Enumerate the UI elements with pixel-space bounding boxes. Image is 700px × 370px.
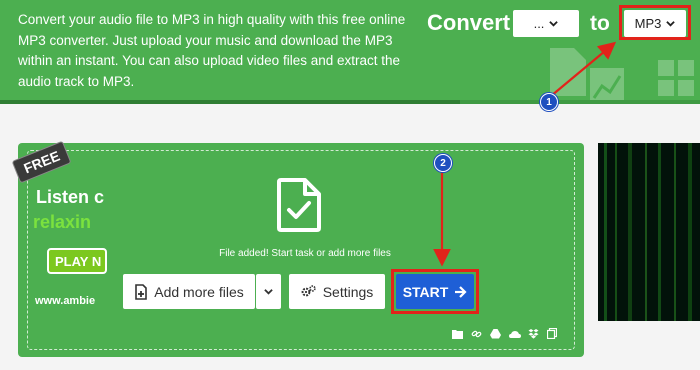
clipboard-icon[interactable] xyxy=(546,326,558,340)
source-format-select[interactable]: ... xyxy=(513,10,579,37)
ad-headline: Listen c xyxy=(36,187,105,207)
chevron-down-icon xyxy=(549,21,559,27)
decor-file-icon xyxy=(550,48,586,96)
add-more-files-button[interactable]: Add more files xyxy=(123,274,255,309)
upload-source-icons xyxy=(452,326,558,340)
advertisement-banner[interactable] xyxy=(598,143,700,321)
file-plus-icon xyxy=(135,283,148,300)
ad-play-button[interactable]: PLAY N xyxy=(47,248,107,274)
ad-url: www.ambie xyxy=(35,295,96,307)
folder-icon[interactable] xyxy=(452,326,463,339)
gears-icon xyxy=(301,285,316,297)
header-divider xyxy=(0,100,700,104)
file-check-icon xyxy=(277,178,321,232)
decor-chart-icon xyxy=(590,68,624,104)
link-icon[interactable] xyxy=(471,326,482,338)
ad-background-graphic xyxy=(598,143,700,321)
decor-grid-icon xyxy=(658,60,694,96)
google-drive-icon[interactable] xyxy=(490,326,501,339)
status-message: File added! Start task or add more files xyxy=(219,248,391,259)
settings-button[interactable]: Settings xyxy=(289,274,385,309)
convert-label: Convert xyxy=(427,10,511,35)
highlight-box-target-format xyxy=(619,5,691,40)
add-more-files-label: Add more files xyxy=(154,283,244,300)
chevron-down-icon xyxy=(264,289,273,295)
to-label: to xyxy=(590,12,610,35)
step-badge-1: 1 xyxy=(540,93,558,111)
onedrive-icon[interactable] xyxy=(509,326,521,338)
step-badge-2: 2 xyxy=(434,154,452,172)
header-banner: Convert your audio file to MP3 in high q… xyxy=(0,0,700,104)
add-files-source-dropdown[interactable] xyxy=(256,274,281,309)
dropbox-icon[interactable] xyxy=(528,326,539,339)
source-format-value: ... xyxy=(533,16,545,31)
settings-label: Settings xyxy=(322,283,374,300)
ad-subheadline: relaxin xyxy=(33,212,92,232)
intro-description: Convert your audio file to MP3 in high q… xyxy=(18,12,406,89)
highlight-box-start xyxy=(391,269,479,314)
